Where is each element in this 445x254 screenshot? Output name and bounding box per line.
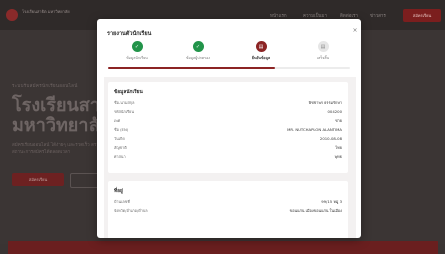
step-student-info[interactable]: ✓ ข้อมูลนักเรียน (112, 41, 162, 61)
address-card: ที่อยู่ บ้านเลขที่ 99/15 หมู่ 3 จังหวัด/… (108, 181, 348, 238)
modal-title: รายงานตัวนักเรียน (107, 31, 152, 37)
header-apply-button[interactable]: สมัครเรียน (403, 9, 441, 22)
school-name: โรงเรียนสาธิต มหาวิทยาลัย (22, 9, 70, 14)
nav-item-contact[interactable]: ติดต่อเรา (340, 12, 358, 19)
step-complete[interactable]: ▤ เสร็จสิ้น (298, 41, 348, 61)
row-label: ชื่อ (EN) (114, 127, 129, 132)
info-row: เพศ ชาย (114, 118, 342, 127)
step-label: ข้อมูลนักเรียน (126, 56, 148, 60)
row-label: จังหวัด/อำเภอ/ตำบล (114, 208, 148, 213)
progress-bar-fill (108, 67, 275, 69)
info-row: วันเกิด 2010-08-08 (114, 136, 342, 145)
step-label: ยืนยันข้อมูล (251, 56, 271, 60)
progress-bar (108, 67, 350, 69)
row-value: พุทธ (334, 154, 342, 159)
document-icon: ▤ (255, 41, 267, 52)
row-label: สัญชาติ (114, 145, 127, 150)
row-label: บ้านเลขที่ (114, 199, 130, 204)
row-label: ศาสนา (114, 154, 126, 159)
document-icon: ▤ (317, 41, 329, 52)
row-value: พิชชาพร ธรรมรักษา (308, 100, 342, 105)
modal-scroll-content[interactable]: ข้อมูลนักเรียน ชื่อ-นามสกุล พิชชาพร ธรรม… (104, 77, 356, 238)
info-row: บ้านเลขที่ 99/15 หมู่ 3 (114, 199, 342, 208)
nav-item-history[interactable]: ความเป็นมา (303, 12, 327, 19)
check-icon: ✓ (131, 41, 143, 52)
row-value: ชาย (335, 118, 342, 123)
row-label: ชื่อ-นามสกุล (114, 100, 135, 105)
info-row: สัญชาติ ไทย (114, 145, 342, 154)
hero-headline-2: มหาวิทยาลัย (12, 115, 111, 136)
background-footer-bar (8, 241, 438, 254)
step-label: เสร็จสิ้น (316, 56, 330, 60)
step-parent-info[interactable]: ✓ ข้อมูลผู้ปกครอง (173, 41, 223, 61)
row-label: วันเกิด (114, 136, 125, 141)
address-heading: ที่อยู่ (114, 189, 123, 194)
row-label: รหัสนักเรียน (114, 109, 134, 114)
info-row: ศาสนา พุทธ (114, 154, 342, 163)
student-info-card: ข้อมูลนักเรียน ชื่อ-นามสกุล พิชชาพร ธรรม… (108, 82, 348, 173)
row-value: 004200 (327, 109, 343, 114)
row-value: ขอนแก่น เมืองขอนแก่น ในเมือง (289, 208, 342, 213)
hero-kicker: ระบบรับสมัครนักเรียนออนไลน์ (12, 84, 78, 89)
row-value: MR. NUTCHAPLON ALANTIMA (287, 127, 342, 132)
check-icon: ✓ (192, 41, 204, 52)
school-logo (6, 9, 18, 21)
step-label: ข้อมูลผู้ปกครอง (186, 56, 210, 60)
info-row: รหัสนักเรียน 004200 (114, 109, 342, 118)
row-label: เพศ (114, 118, 121, 123)
step-confirm[interactable]: ▤ ยืนยันข้อมูล (236, 41, 286, 61)
info-row: ชื่อ (EN) MR. NUTCHAPLON ALANTIMA (114, 127, 342, 136)
row-value: 2010-08-08 (319, 136, 342, 141)
nav-item-news[interactable]: ข่าวสาร (370, 12, 386, 19)
hero-apply-button[interactable]: สมัครเรียน (12, 173, 64, 186)
student-info-heading: ข้อมูลนักเรียน (114, 90, 143, 95)
nav-item-home[interactable]: หน้าแรก (270, 12, 287, 19)
info-row: จังหวัด/อำเภอ/ตำบล ขอนแก่น เมืองขอนแก่น … (114, 208, 342, 217)
row-value: 99/15 หมู่ 3 (321, 199, 342, 204)
student-report-modal: รายงานตัวนักเรียน × ✓ ข้อมูลนักเรียน ✓ ข… (97, 19, 361, 238)
info-row: ชื่อ-นามสกุล พิชชาพร ธรรมรักษา (114, 100, 342, 109)
row-value: ไทย (335, 145, 342, 150)
close-icon[interactable]: × (351, 27, 359, 34)
